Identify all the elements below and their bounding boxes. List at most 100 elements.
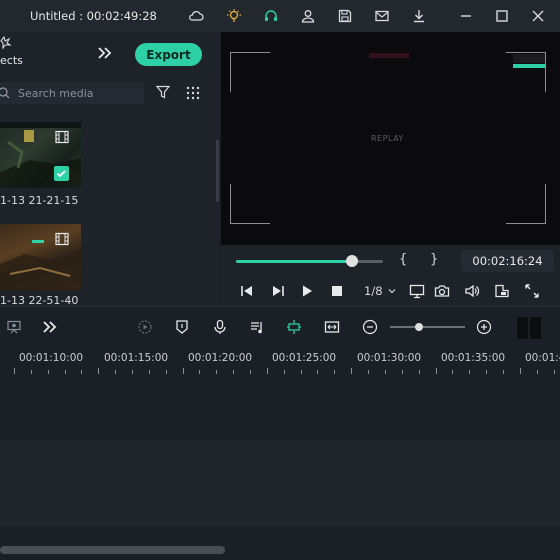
media-thumbnail[interactable] (0, 122, 81, 188)
mark-in-button[interactable]: { (399, 252, 407, 267)
frame-corner (230, 52, 270, 92)
fullscreen-icon[interactable] (524, 283, 540, 299)
timeline-track[interactable] (0, 440, 560, 526)
playback-progress-fill (236, 260, 353, 263)
snap-magnet-icon[interactable] (286, 319, 302, 335)
display-settings-icon[interactable] (409, 283, 425, 299)
ruler-time-label: 00:01:20:00 (188, 352, 253, 364)
panel-layout-icon[interactable] (516, 316, 542, 340)
stop-icon[interactable] (329, 283, 345, 299)
playback-scrubber-handle[interactable] (346, 255, 359, 267)
ruler-tick (283, 370, 285, 374)
maximize-icon[interactable] (492, 6, 512, 26)
effects-icon[interactable] (0, 35, 12, 49)
audio-mixer-icon[interactable] (249, 319, 265, 335)
grid-view-icon[interactable] (186, 86, 200, 100)
user-icon[interactable] (298, 6, 318, 26)
zoom-out-icon[interactable] (362, 319, 378, 335)
search-icon (0, 87, 10, 99)
snapshot-camera-icon[interactable] (434, 283, 450, 299)
ruler-tick (452, 370, 454, 374)
play-icon[interactable] (299, 283, 315, 299)
zoom-slider[interactable] (390, 323, 465, 331)
step-forward-icon[interactable] (270, 283, 286, 299)
ruler-tick (182, 368, 184, 374)
expand-chevron-icon[interactable] (96, 45, 114, 61)
ruler-tick (64, 370, 66, 374)
frame-corner (506, 184, 546, 224)
ruler-time-label: 00:01:10:00 (19, 352, 84, 364)
timeline-toolbar (0, 306, 560, 344)
hud-banner (369, 53, 409, 58)
playback-quality-select[interactable]: 1/8 (364, 284, 383, 298)
ruler-tick (435, 368, 437, 374)
ruler-tick (233, 370, 235, 374)
microphone-icon[interactable] (212, 319, 228, 335)
selected-check-icon[interactable] (54, 166, 69, 181)
frame-corner (230, 184, 270, 224)
ruler-tick (300, 370, 302, 374)
screen-record-icon[interactable] (6, 319, 22, 335)
media-panel: ects Export 1-13 21-21-15 1-13 22-51-40 (0, 32, 219, 307)
ruler-tick (317, 370, 319, 374)
fit-timeline-icon[interactable] (324, 319, 340, 335)
ruler-tick (30, 370, 32, 374)
media-panel-scrollbar[interactable] (216, 140, 219, 202)
ruler-tick (502, 370, 504, 374)
video-clip-icon (55, 130, 69, 144)
ruler-tick (469, 370, 471, 374)
zoom-slider-handle[interactable] (414, 323, 423, 331)
ruler-time-label: 00:01:30:00 (357, 352, 422, 364)
preview-canvas[interactable]: REPLAY (221, 32, 560, 245)
more-tools-chevron-icon[interactable] (42, 319, 58, 335)
picture-in-picture-icon[interactable] (494, 283, 510, 299)
marker-icon[interactable] (174, 319, 190, 335)
bulb-icon[interactable] (224, 6, 244, 26)
mark-out-button[interactable]: } (430, 252, 438, 267)
ruler-tick (98, 368, 100, 374)
playback-progress-bar[interactable] (236, 255, 383, 267)
window-title: Untitled : 00:02:49:28 (30, 9, 157, 23)
volume-icon[interactable] (464, 283, 480, 299)
cloud-icon[interactable] (186, 6, 206, 26)
ruler-time-label: 00:01:25:00 (272, 352, 337, 364)
ruler-tick (115, 370, 117, 374)
replay-overlay-text: REPLAY (371, 134, 404, 143)
ruler-tick (384, 370, 386, 374)
timeline-tracks[interactable] (0, 386, 560, 560)
current-timecode: 00:02:16:24 (461, 250, 554, 272)
close-icon[interactable] (528, 6, 548, 26)
timeline-ruler[interactable]: 00:01:10:00 00:01:15:00 00:01:20:00 00:0… (0, 344, 560, 386)
search-box[interactable] (0, 82, 144, 104)
render-preview-icon[interactable] (137, 319, 153, 335)
media-item-label: 1-13 21-21-15 (0, 194, 79, 207)
chevron-down-icon[interactable] (387, 285, 397, 295)
ruler-tick (266, 368, 268, 374)
save-icon[interactable] (335, 6, 355, 26)
headset-icon[interactable] (261, 6, 281, 26)
ruler-time-label: 00:01:35:00 (441, 352, 506, 364)
timeline-horizontal-scrollbar[interactable] (0, 546, 225, 554)
minimize-icon[interactable] (456, 6, 476, 26)
ruler-tick (199, 370, 201, 374)
download-icon[interactable] (409, 6, 429, 26)
ruler-tick (132, 370, 134, 374)
media-thumbnail[interactable] (0, 224, 81, 290)
ruler-tick (351, 368, 353, 374)
mail-icon[interactable] (372, 6, 392, 26)
ruler-tick (250, 370, 252, 374)
ruler-tick (519, 368, 521, 374)
ruler-tick (553, 370, 555, 374)
step-back-icon[interactable] (239, 283, 255, 299)
search-input[interactable] (18, 85, 138, 101)
hud-minimap (513, 54, 545, 68)
effects-tab-label[interactable]: ects (0, 54, 23, 67)
ruler-tick (14, 368, 15, 374)
playback-controls: { } 00:02:16:24 1/8 (221, 245, 560, 306)
ruler-tick (165, 370, 167, 374)
ruler-tick (148, 370, 150, 374)
filter-icon[interactable] (156, 85, 170, 99)
export-button[interactable]: Export (135, 43, 202, 66)
ruler-tick (81, 370, 83, 374)
zoom-in-icon[interactable] (476, 319, 492, 335)
